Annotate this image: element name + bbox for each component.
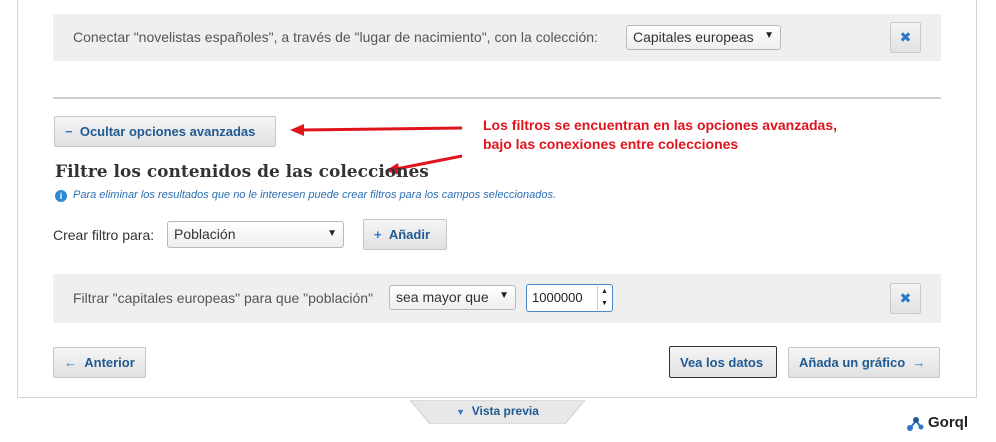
create-filter-label: Crear filtro para: [53, 227, 155, 243]
previous-button[interactable]: ← Anterior [53, 347, 146, 378]
caret-down-icon: ▼ [499, 290, 509, 301]
arrow-to-toggle [299, 126, 463, 132]
filters-heading: Filtre los contenidos de las colecciones [55, 162, 429, 182]
triangle-down-icon: ▼ [456, 407, 466, 417]
filter-operator-select[interactable]: sea mayor que ▼ [389, 285, 516, 310]
annotation-line-1: Los filtros se encuentran en las opcione… [483, 117, 838, 133]
filter-value-input[interactable]: 1000000 ▲ ▼ [526, 284, 613, 312]
view-data-label: Vea los datos [680, 355, 764, 370]
x-icon: ✖ [899, 290, 912, 306]
filter-value: 1000000 [532, 290, 583, 305]
annotation-line-2: bajo las conexiones entre colecciones [483, 136, 739, 152]
add-filter-button[interactable]: + Añadir [363, 219, 447, 250]
spin-up-icon[interactable]: ▲ [598, 286, 611, 298]
add-filter-label: Añadir [388, 227, 430, 242]
spin-down-icon[interactable]: ▼ [598, 298, 611, 310]
preview-label: Vista previa [471, 404, 539, 418]
plus-icon: + [374, 227, 382, 242]
annotation-note: Los filtros se encuentran en las opcione… [483, 116, 837, 154]
caret-down-icon: ▼ [327, 228, 337, 239]
brand-name: Gorql [928, 414, 968, 431]
previous-label: Anterior [84, 355, 135, 370]
filter-field-select-value: Población [174, 226, 236, 242]
brand-logo: Gorql [906, 414, 976, 434]
add-chart-button[interactable]: Añada un gráfico → [788, 347, 940, 378]
filters-info-text: Para eliminar los resultados que no le i… [73, 189, 557, 201]
info-icon: i [55, 190, 67, 202]
arrowhead-toggle [290, 124, 304, 136]
filters-info: i Para eliminar los resultados que no le … [55, 189, 556, 202]
preview-tab-label: ▼ Vista previa [410, 404, 585, 418]
filter-operator-value: sea mayor que [396, 289, 489, 305]
view-data-button[interactable]: Vea los datos [669, 346, 777, 378]
filter-field-select[interactable]: Población ▼ [167, 221, 344, 248]
arrow-left-icon: ← [64, 355, 77, 370]
filter-description: Filtrar "capitales europeas" para que "p… [73, 290, 374, 306]
add-chart-label: Añada un gráfico [799, 355, 906, 370]
preview-tab[interactable]: ▼ Vista previa [410, 400, 585, 424]
number-spinner[interactable]: ▲ ▼ [597, 286, 611, 310]
remove-filter-button[interactable]: ✖ [890, 283, 921, 314]
arrow-right-icon: → [912, 355, 926, 370]
graph-logo-icon [907, 417, 924, 431]
